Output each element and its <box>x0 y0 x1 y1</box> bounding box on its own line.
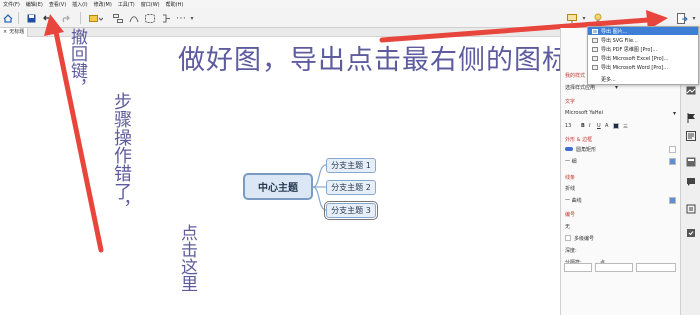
shape-select[interactable]: 圆角矩形 <box>576 146 596 153</box>
format-icon[interactable] <box>685 130 697 142</box>
image-icon <box>592 28 598 34</box>
text-color-swatch[interactable] <box>613 123 619 129</box>
numbering-select[interactable]: 无 <box>565 223 570 230</box>
export-word-item[interactable]: 导出 Microsoft Word [Pro]... <box>588 63 698 71</box>
border-color-swatch[interactable] <box>669 158 676 165</box>
pdf-file-icon <box>592 46 598 52</box>
multi-level-label: 多级编号 <box>574 236 595 242</box>
line-style-select[interactable]: 一 曲线 <box>565 197 582 204</box>
depth-label: 深度: <box>565 248 577 254</box>
chevron-down-icon[interactable]: ▾ <box>673 110 676 117</box>
bold-button[interactable]: B <box>581 123 585 129</box>
chevron-down-icon[interactable]: ▾ <box>615 84 618 91</box>
export-more-item[interactable]: 更多... <box>588 75 698 83</box>
font-name-select[interactable]: Microsoft YaHei <box>565 110 603 116</box>
export-excel-item[interactable]: 导出 Microsoft Excel [Pro]... <box>588 54 698 62</box>
text-heading: 文字 <box>565 99 576 105</box>
fill-color-swatch[interactable] <box>669 146 676 153</box>
align-button[interactable]: 三 <box>623 123 628 130</box>
prefix-input[interactable] <box>564 263 592 272</box>
notes-icon[interactable] <box>685 203 697 215</box>
xmind-window: 文件(F) 编辑(E) 查看(V) 插入(I) 修改(M) 工具(T) 窗口(W… <box>0 0 700 315</box>
word-file-icon <box>592 64 598 70</box>
export-pdf-item[interactable]: 导出 PDF 思维图 [Pro]... <box>588 45 698 53</box>
export-menu: 导出 图片... 导出 SVG File... 导出 PDF 思维图 [Pro]… <box>587 26 699 85</box>
export-svg-item[interactable]: 导出 SVG File... <box>588 36 698 44</box>
rounded-rect-icon <box>565 147 573 151</box>
numbering-heading: 编号 <box>565 212 576 218</box>
export-image-item[interactable]: 导出 图片... <box>588 27 698 35</box>
svg-file-icon <box>592 37 598 43</box>
underline-button[interactable]: U <box>597 123 601 129</box>
template-icon[interactable] <box>685 156 697 168</box>
excel-file-icon <box>592 55 598 61</box>
number-format-input[interactable] <box>595 263 633 272</box>
task-icon[interactable] <box>685 227 697 239</box>
strikethrough-button[interactable]: A <box>605 123 608 129</box>
image-icon[interactable] <box>685 84 697 96</box>
shape-heading: 外形 & 边框 <box>565 137 593 143</box>
line-color-swatch[interactable] <box>669 197 676 204</box>
suffix-input[interactable] <box>636 263 676 272</box>
line-heading: 线条 <box>565 175 576 181</box>
flag-icon[interactable] <box>685 112 697 124</box>
font-size-select[interactable]: 13 <box>565 123 571 129</box>
my-style-heading: 我的样式 <box>565 73 586 79</box>
apply-style-select[interactable]: 选择样式应用 <box>565 84 595 91</box>
italic-button[interactable]: I <box>589 123 590 129</box>
border-select[interactable]: 一 细 <box>565 158 577 165</box>
line-type-select[interactable]: 折线 <box>565 185 575 192</box>
comment-icon[interactable] <box>685 176 697 188</box>
multi-level-checkbox[interactable] <box>565 235 571 241</box>
